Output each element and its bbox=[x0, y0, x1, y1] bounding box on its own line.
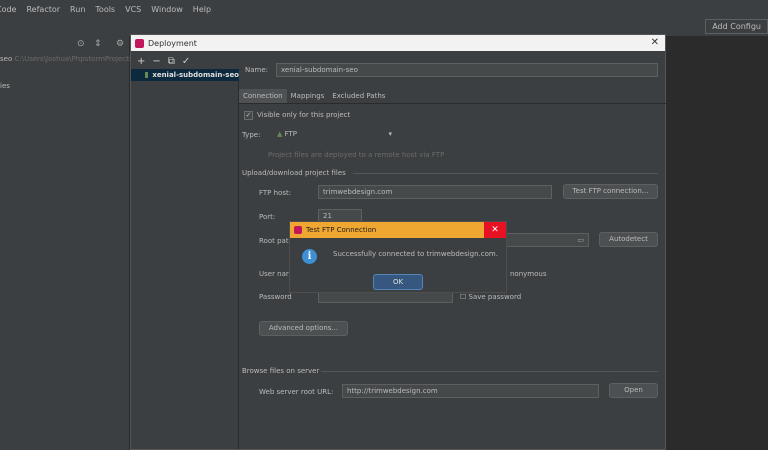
menubar: Code Refactor Run Tools VCS Window Help bbox=[0, 0, 768, 18]
username-label: User nar bbox=[259, 270, 289, 278]
autodetect-button[interactable]: Autodetect bbox=[599, 232, 658, 247]
save-password-text: Save password bbox=[468, 293, 522, 301]
add-server-icon[interactable]: + bbox=[137, 56, 145, 67]
modal-titlebar: Test FTP Connection bbox=[290, 222, 506, 238]
password-label: Password bbox=[259, 293, 292, 301]
add-configuration-button[interactable]: Add Configu bbox=[705, 19, 768, 34]
use-default-icon[interactable]: ✓ bbox=[182, 56, 190, 67]
anonymous-label: nonymous bbox=[510, 270, 547, 278]
project-panel: ⊙ ⇕ ⚙ seo C:\Users\Joshua\PhpstormProjec… bbox=[0, 36, 133, 450]
menu-refactor[interactable]: Refactor bbox=[26, 5, 60, 14]
editor-area bbox=[665, 36, 768, 450]
dialog-titlebar: Deployment ✕ bbox=[131, 35, 665, 51]
tab-excluded-paths[interactable]: Excluded Paths bbox=[328, 89, 389, 103]
section-divider bbox=[353, 173, 658, 174]
server-list-item[interactable]: xenial-subdomain-seo bbox=[131, 69, 239, 81]
menu-window[interactable]: Window bbox=[151, 5, 183, 14]
root-path-label: Root pat bbox=[259, 237, 289, 245]
type-value: FTP bbox=[284, 130, 298, 138]
web-root-label: Web server root URL: bbox=[259, 388, 334, 396]
save-password-label: ☐ Save password bbox=[460, 293, 522, 301]
tree-item[interactable]: ies bbox=[0, 82, 10, 90]
modal-message: Successfully connected to trimwebdesign.… bbox=[333, 250, 498, 258]
menu-vcs[interactable]: VCS bbox=[125, 5, 141, 14]
remove-server-icon[interactable]: − bbox=[152, 56, 160, 67]
type-label: Type: bbox=[242, 131, 261, 139]
ftp-host-field[interactable]: trimwebdesign.com bbox=[318, 185, 552, 199]
tab-mappings[interactable]: Mappings bbox=[287, 89, 329, 103]
advanced-options-button[interactable]: Advanced options... bbox=[259, 321, 348, 336]
chevron-down-icon: ▾ bbox=[388, 130, 392, 138]
test-ftp-connection-button[interactable]: Test FTP connection... bbox=[563, 184, 658, 199]
tab-bar: Connection Mappings Excluded Paths bbox=[239, 89, 667, 104]
menu-tools[interactable]: Tools bbox=[95, 5, 115, 14]
gear-icon[interactable]: ⚙ bbox=[116, 39, 124, 49]
test-ftp-connection-modal: Test FTP Connection ✕ i Successfully con… bbox=[289, 221, 507, 293]
locate-icon[interactable]: ⊙ bbox=[77, 39, 85, 49]
open-button[interactable]: Open bbox=[609, 383, 658, 398]
server-toolbar: + − ⧉ ✓ bbox=[133, 54, 243, 68]
phpstorm-logo-icon bbox=[135, 38, 144, 48]
dialog-title: Deployment bbox=[148, 38, 197, 48]
menu-code[interactable]: Code bbox=[0, 5, 16, 14]
ftp-host-label: FTP host: bbox=[259, 189, 292, 197]
ftp-type-icon: ▲ bbox=[277, 130, 283, 138]
ftp-server-icon bbox=[145, 72, 149, 78]
folder-icon[interactable]: ▭ bbox=[577, 234, 584, 246]
close-icon[interactable]: ✕ bbox=[651, 37, 659, 48]
info-icon: i bbox=[302, 249, 317, 264]
browse-section-label: Browse files on server bbox=[242, 367, 320, 375]
root-path-field[interactable]: ▭ bbox=[506, 233, 589, 247]
server-list: xenial-subdomain-seo bbox=[131, 69, 239, 449]
project-name: seo bbox=[0, 55, 13, 63]
modal-close-button[interactable]: ✕ bbox=[484, 222, 506, 238]
copy-server-icon[interactable]: ⧉ bbox=[168, 56, 175, 67]
project-path: C:\Users\Joshua\PhpstormProjects bbox=[14, 55, 133, 63]
collapse-icon[interactable]: ⇕ bbox=[94, 39, 102, 49]
web-root-field[interactable]: http://trimwebdesign.com bbox=[342, 384, 599, 398]
upload-section-label: Upload/download project files bbox=[242, 169, 346, 177]
modal-title: Test FTP Connection bbox=[306, 226, 377, 234]
menu-run[interactable]: Run bbox=[70, 5, 85, 14]
type-hint: Project files are deployed to a remote h… bbox=[268, 151, 445, 159]
name-label: Name: bbox=[245, 66, 269, 74]
server-item-label: xenial-subdomain-seo bbox=[152, 71, 239, 79]
visible-only-label: Visible only for this project bbox=[257, 111, 351, 119]
project-root-item[interactable]: seo C:\Users\Joshua\PhpstormProjects bbox=[0, 55, 133, 63]
phpstorm-logo-icon bbox=[294, 226, 302, 234]
name-field[interactable]: xenial-subdomain-seo bbox=[276, 63, 658, 77]
port-label: Port: bbox=[259, 213, 276, 221]
tab-connection[interactable]: Connection bbox=[239, 89, 287, 103]
menu-help[interactable]: Help bbox=[193, 5, 211, 14]
section-divider bbox=[321, 371, 658, 372]
ok-button[interactable]: OK bbox=[373, 274, 423, 290]
type-select[interactable]: ▲ FTP ▾ bbox=[272, 127, 399, 141]
visible-only-checkbox[interactable]: ✓ bbox=[244, 111, 253, 120]
